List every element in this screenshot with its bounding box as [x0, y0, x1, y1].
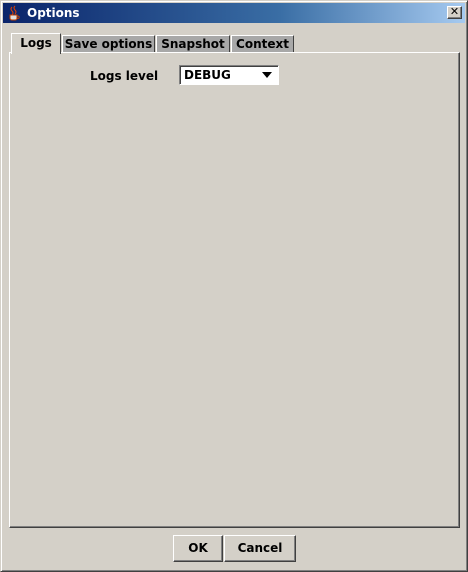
window-title: Options — [27, 6, 80, 20]
close-icon[interactable]: ✕ — [447, 6, 462, 19]
tab-context[interactable]: Context — [231, 35, 294, 53]
logs-level-value: DEBUG — [184, 68, 231, 82]
cancel-button[interactable]: Cancel — [224, 535, 296, 562]
title-bar[interactable]: Options ✕ — [3, 3, 465, 23]
tab-save-options[interactable]: Save options — [62, 35, 155, 53]
logs-panel: Logs level DEBUG — [9, 52, 460, 528]
java-cup-icon — [7, 5, 21, 21]
logs-level-label: Logs level — [90, 69, 159, 83]
tab-logs[interactable]: Logs — [11, 33, 61, 54]
chevron-down-icon[interactable] — [262, 72, 272, 78]
options-dialog: Options ✕ Logs Save options Snapshot Con… — [0, 0, 468, 572]
tab-snapshot[interactable]: Snapshot — [156, 35, 230, 53]
logs-level-select[interactable]: DEBUG — [179, 65, 279, 85]
ok-button[interactable]: OK — [173, 535, 223, 562]
